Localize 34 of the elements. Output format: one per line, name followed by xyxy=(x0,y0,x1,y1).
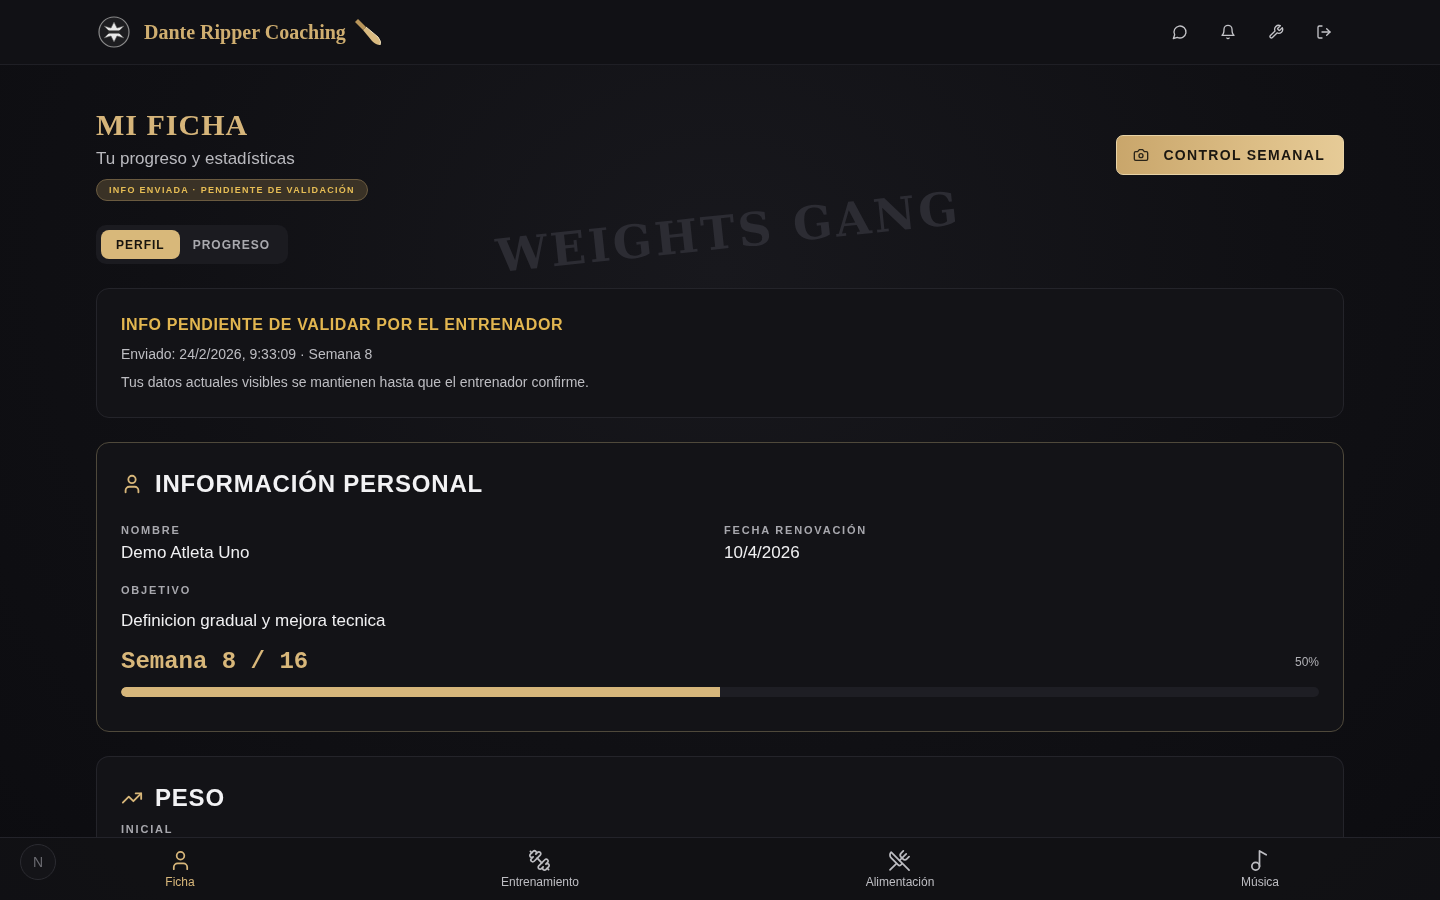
crossed-fork-knife-icon xyxy=(888,848,912,872)
field-label: OBJETIVO xyxy=(121,583,192,597)
section-title: INFORMACIÓN PERSONAL xyxy=(155,469,483,499)
weekly-check-button[interactable]: CONTROL SEMANAL xyxy=(1116,135,1344,175)
knife-icon xyxy=(353,18,382,46)
notice-message: Tus datos actuales visibles se mantienen hasta que el entrenador confirme. xyxy=(121,373,590,391)
cross-logo-icon[interactable] xyxy=(98,16,130,48)
tab[interactable]: PROGRESO xyxy=(179,230,284,259)
wrench-icon xyxy=(1268,24,1284,40)
nav-item[interactable]: Ficha xyxy=(165,848,195,890)
logout-icon xyxy=(1316,24,1332,40)
field-value: Demo Atleta Uno xyxy=(121,542,250,564)
nav-item[interactable]: Entrenamiento xyxy=(500,848,579,890)
nav-item[interactable]: Música xyxy=(1241,848,1279,890)
page-title: MI FICHA xyxy=(96,109,249,141)
status-badge: INFO ENVIADA · PENDIENTE DE VALIDACIÓN xyxy=(96,179,368,201)
field-label: NOMBRE xyxy=(121,523,181,537)
field-value: 10/4/2026 xyxy=(724,542,800,564)
camera-icon xyxy=(1133,147,1150,163)
field-label: INICIAL xyxy=(121,822,174,836)
week-counter: Semana 8 / 16 xyxy=(121,647,309,677)
notice-title: INFO PENDIENTE DE VALIDAR POR EL ENTRENADOR xyxy=(121,315,565,335)
page-subtitle: Tu progreso y estadísticas xyxy=(96,149,295,169)
tab[interactable]: PERFIL xyxy=(101,230,180,259)
dumbbell-icon xyxy=(528,848,552,872)
field-label: FECHA RENOVACIÓN xyxy=(724,523,868,537)
chat-bubble-icon xyxy=(1172,24,1188,40)
goal-value: Definicion gradual y mejora tecnica xyxy=(121,610,386,632)
bell-icon xyxy=(1220,24,1236,40)
sent-timestamp: Enviado: 24/2/2026, 9:33:09 · Semana 8 xyxy=(121,345,374,363)
progress-percent: 50% xyxy=(1294,655,1319,669)
nav-item[interactable]: Alimentación xyxy=(865,848,935,890)
section-title: PESO xyxy=(155,783,225,813)
brand-title[interactable]: Dante Ripper Coaching xyxy=(144,20,346,44)
